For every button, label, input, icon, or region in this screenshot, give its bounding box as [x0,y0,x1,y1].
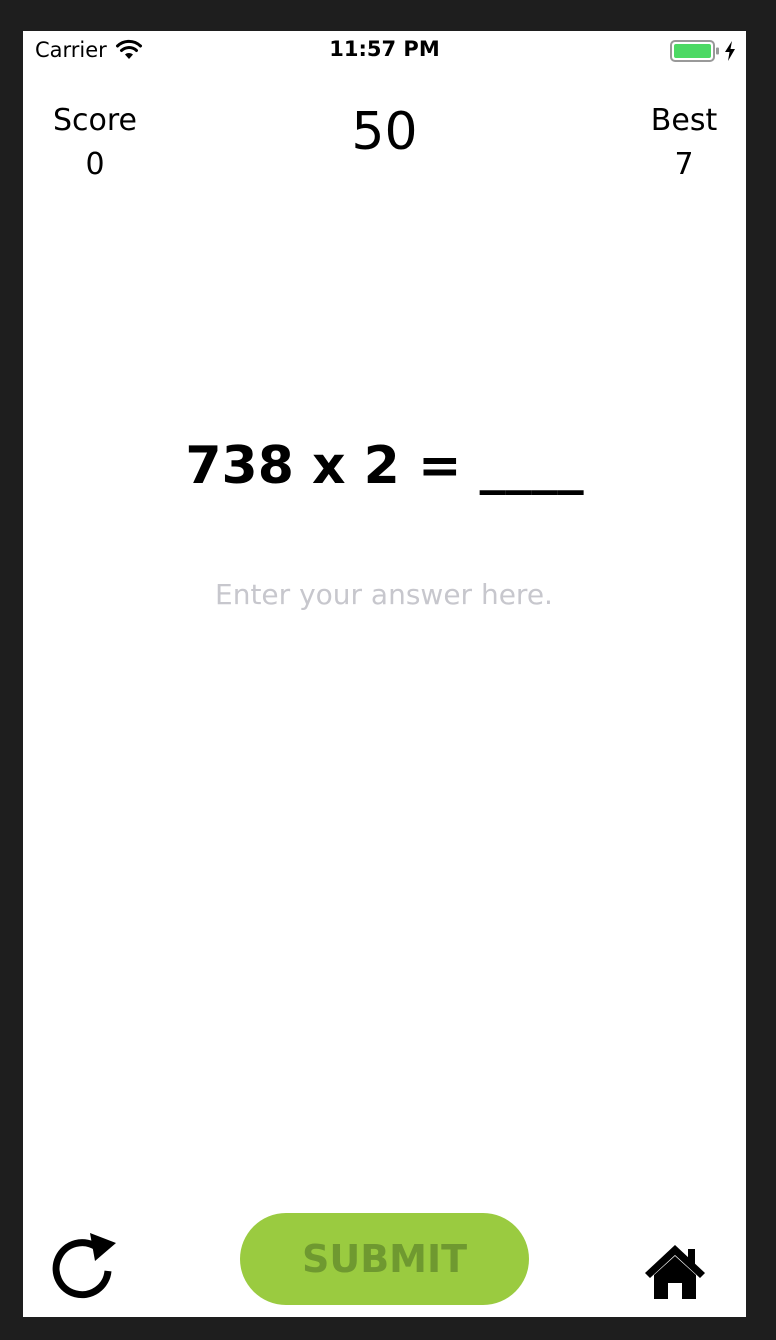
answer-input[interactable] [134,569,634,619]
best-label: Best [650,103,718,138]
status-bar: Carrier 11:57 PM [23,31,746,71]
status-time: 11:57 PM [329,37,440,61]
submit-button[interactable]: SUBMIT [240,1213,529,1305]
device-frame: Carrier 11:57 PM Score 0 50 Best 7 738 x… [0,0,776,1340]
countdown-timer: 50 [351,102,418,162]
best-value: 7 [674,147,694,182]
battery-icon [670,39,720,63]
battery-indicator [670,39,736,63]
app-screen: Carrier 11:57 PM Score 0 50 Best 7 738 x… [23,31,746,1317]
restart-button[interactable] [49,1227,121,1307]
restart-icon [52,1233,116,1299]
math-problem: 738 x 2 = ____ [185,436,584,496]
home-button[interactable] [643,1241,707,1301]
best-score-display: Best 7 [642,99,726,187]
home-icon [645,1245,705,1299]
charging-icon [724,41,736,61]
